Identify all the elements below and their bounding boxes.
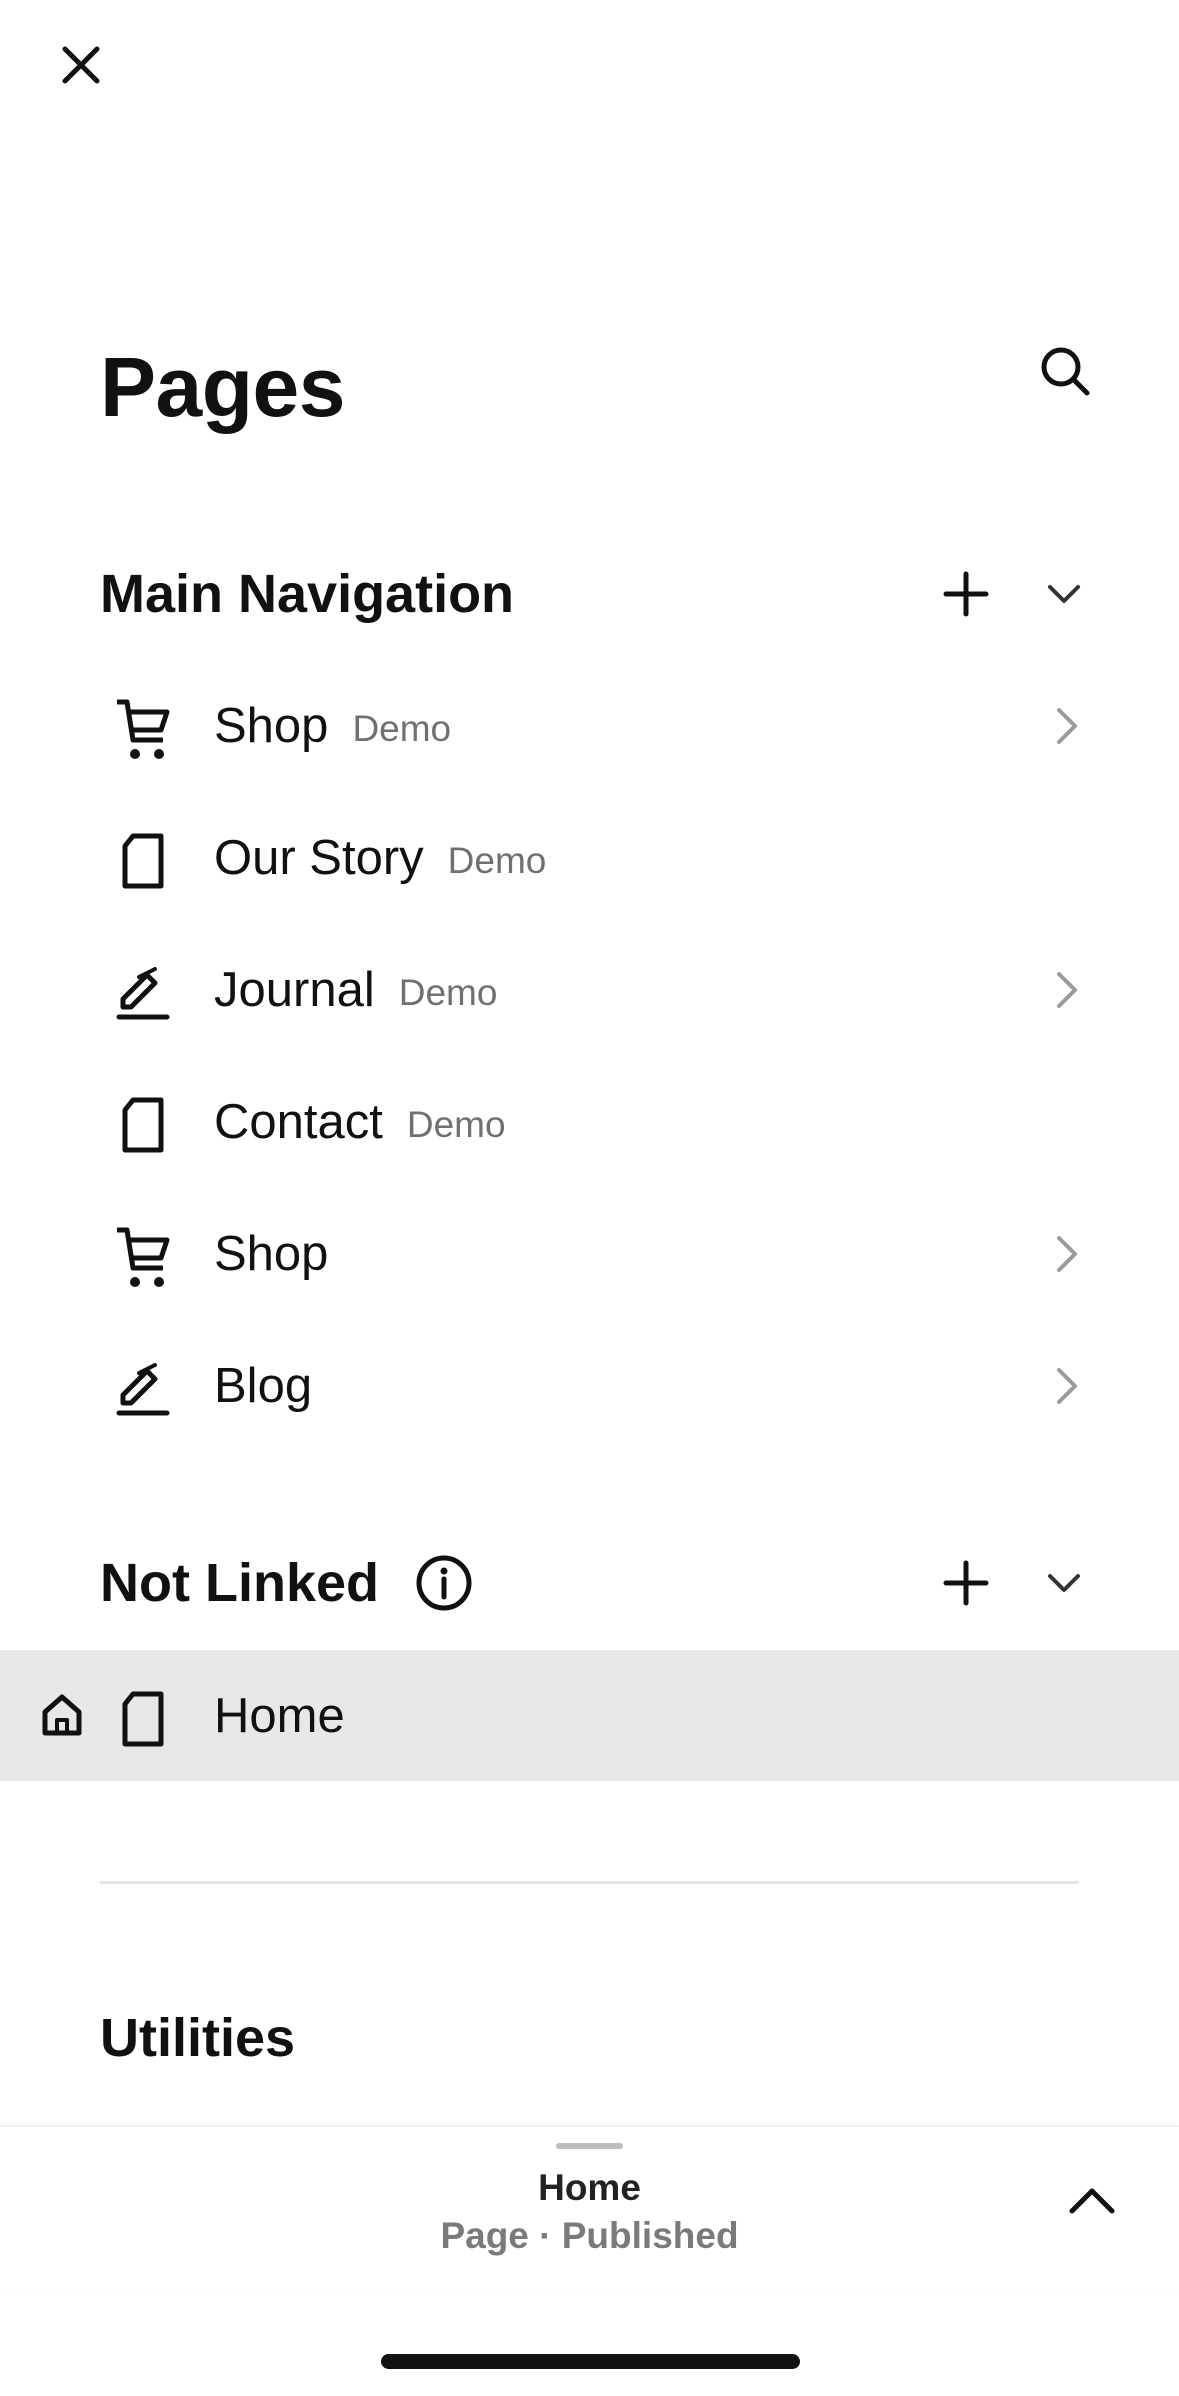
utilities-title[interactable]: Utilities xyxy=(100,2011,295,2065)
nav-item-label: Our Story xyxy=(214,831,424,885)
nav-item-shop[interactable]: Shop Demo xyxy=(0,660,1179,792)
not-linked-info-button[interactable] xyxy=(414,1553,474,1613)
main-navigation-title: Main Navigation xyxy=(100,564,515,624)
page-icon xyxy=(112,830,174,892)
chevron-right-icon[interactable] xyxy=(1040,1226,1092,1282)
nav-item-blog[interactable]: Blog xyxy=(0,1320,1179,1452)
nav-item-journal[interactable]: Journal Demo xyxy=(0,924,1179,1056)
cart-icon xyxy=(112,698,174,760)
nav-item-contact[interactable]: Contact Demo xyxy=(0,1056,1179,1188)
nav-item-label: Journal xyxy=(214,963,375,1017)
page-icon xyxy=(112,1688,174,1750)
demo-badge: Demo xyxy=(352,708,452,749)
add-page-main-navigation-button[interactable] xyxy=(936,564,996,624)
search-button[interactable] xyxy=(1030,336,1100,406)
current-page-status: Page · Published xyxy=(440,2215,739,2256)
divider xyxy=(100,1881,1079,1884)
close-icon xyxy=(62,46,100,84)
nav-item-our-story[interactable]: Our Story Demo xyxy=(0,792,1179,924)
info-icon xyxy=(416,1555,472,1611)
demo-badge: Demo xyxy=(406,1104,506,1145)
chevron-right-icon[interactable] xyxy=(1040,962,1092,1018)
close-button[interactable] xyxy=(50,34,112,96)
page-title: Pages xyxy=(100,340,346,434)
search-icon xyxy=(1041,347,1090,396)
chevron-down-icon xyxy=(1048,1574,1080,1592)
expand-panel-button[interactable] xyxy=(1060,2169,1124,2233)
nav-item-shop-2[interactable]: Shop xyxy=(0,1188,1179,1320)
demo-badge: Demo xyxy=(398,972,498,1013)
page-icon xyxy=(112,1094,174,1156)
home-indicator xyxy=(381,2354,800,2369)
cart-icon xyxy=(112,1226,174,1288)
nav-item-label: Shop xyxy=(214,699,329,753)
home-icon xyxy=(38,1690,86,1740)
chevron-up-icon xyxy=(1069,2188,1115,2214)
chevron-right-icon[interactable] xyxy=(1040,698,1092,754)
not-linked-item-home[interactable]: Home xyxy=(0,1650,1179,1781)
nav-item-label: Home xyxy=(214,1689,345,1743)
plus-icon xyxy=(943,571,989,617)
add-page-not-linked-button[interactable] xyxy=(936,1553,996,1613)
nav-item-label: Blog xyxy=(214,1359,313,1413)
collapse-not-linked-button[interactable] xyxy=(1034,1553,1094,1613)
blog-icon xyxy=(112,1358,174,1420)
blog-icon xyxy=(112,962,174,1024)
nav-item-label: Contact xyxy=(214,1095,383,1149)
chevron-down-icon xyxy=(1048,585,1080,603)
collapse-main-navigation-button[interactable] xyxy=(1034,564,1094,624)
chevron-right-icon[interactable] xyxy=(1040,1358,1092,1414)
drag-handle[interactable] xyxy=(556,2143,623,2149)
nav-item-label: Shop xyxy=(214,1227,329,1281)
plus-icon xyxy=(943,1560,989,1606)
demo-badge: Demo xyxy=(447,840,547,881)
page-status-panel[interactable]: Home Page · Published xyxy=(0,2126,1179,2293)
not-linked-title: Not Linked xyxy=(100,1553,379,1613)
current-page-title: Home xyxy=(538,2167,641,2208)
